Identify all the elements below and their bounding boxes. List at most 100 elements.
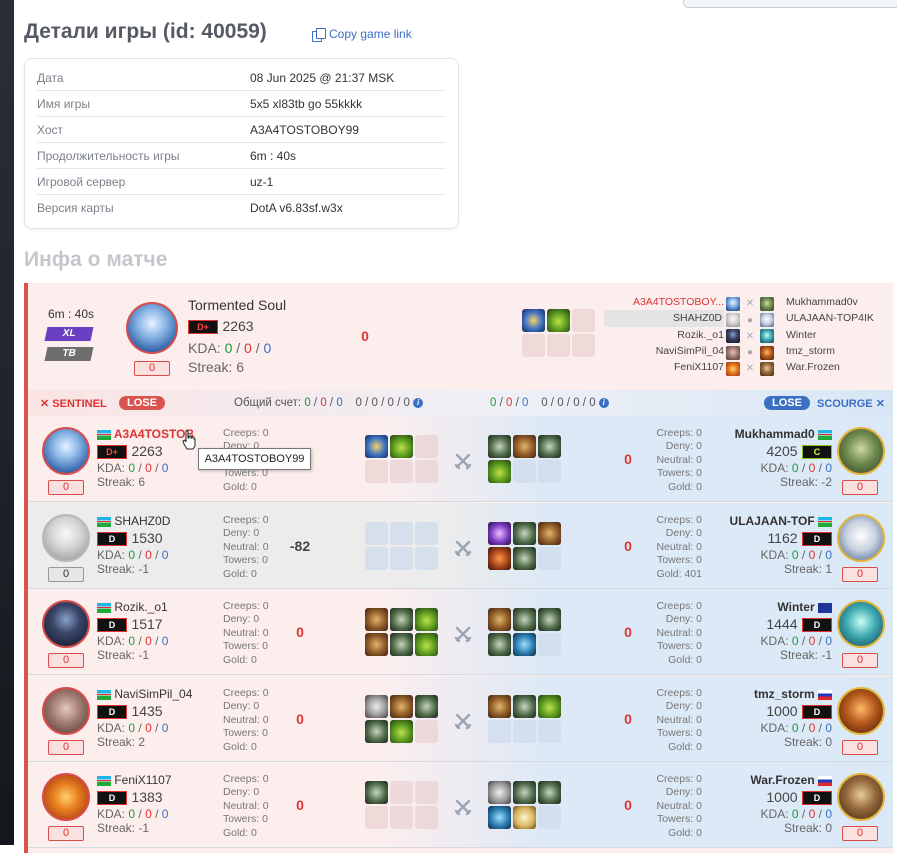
stat-value: 0 [696,727,702,740]
detail-row: Имя игры 5x5 xl83tb go 55kkkk [37,91,446,117]
match-summary: 6m : 40s XL TB 0 Tormented Soul D+ 2263 … [28,283,893,390]
player-link[interactable]: ULAJAAN-TOP4IK [786,310,896,326]
streak-value: 0 [825,735,832,749]
hero-avatar[interactable] [126,302,178,354]
player-link[interactable]: Winter [786,327,896,343]
sentinel-hero-avatar[interactable] [42,427,90,475]
top-input-edge[interactable] [683,0,897,8]
sentinel-items [365,522,438,570]
item-icon [365,435,388,458]
info-icon[interactable]: i [413,398,424,408]
scourge-items [488,695,561,743]
player-name-line[interactable]: A3A4TOSTOB [97,427,193,441]
score-box: 0 [842,826,878,841]
player-name-line[interactable]: FeniX1107 [97,773,193,787]
empty-slot [365,547,388,570]
flag-icon [818,689,832,700]
player-link[interactable]: War.Frozen [786,359,896,375]
player-name-line[interactable]: NaviSimPil_04 [97,687,193,701]
stat-label: Creeps: [656,427,694,439]
deaths: 0 [808,461,816,475]
stat-value: 0 [251,740,257,753]
sentinel-hero-avatar[interactable] [42,773,90,821]
stat-value: 0 [696,540,702,553]
scourge-hero-avatar[interactable] [837,427,885,475]
score-box: 0 [48,740,84,755]
copy-game-link[interactable]: Copy game link [312,27,412,42]
item-icon [522,309,545,332]
stat-value: 0 [262,713,269,726]
info-icon[interactable]: i [598,398,609,408]
rank-badge: D+ [188,319,218,334]
item-icon [538,695,561,718]
item-icon [538,435,561,458]
detail-value: 5x5 xl83tb go 55kkkk [250,96,363,111]
sentinel-player-info: SHAHZ0D D 1530 KDA: 0 / 0 / 0 Streak: -1 [97,514,193,576]
kda-label: KDA: [97,634,126,648]
stat-value: 0 [253,613,260,626]
kills: 0 [791,721,799,735]
sentinel-hero-avatar[interactable] [42,600,90,648]
player-row: 0 NaviSimPil_04 D 1435 KDA: 0 / 0 / 0 St… [28,676,893,762]
stat-label: Towers: [223,640,260,653]
sentinel-player-info: Rozik._o1 D 1517 KDA: 0 / 0 / 0 Streak: … [97,600,193,662]
player-link[interactable]: FeniX1107 [604,359,724,375]
empty-slot [415,435,438,458]
detail-label: Дата [37,70,64,85]
rank-rating: D+ 2263 [97,443,193,461]
player-link[interactable]: NaviSimPil_04 [604,343,724,359]
player-name-line[interactable]: Mukhammad0 [728,427,832,441]
stat-value: 0 [696,687,702,699]
stat-label: Towers: [223,554,260,567]
background-strip [0,0,14,845]
stat-value: 0 [262,600,269,612]
sentinel-assists: 0 [336,397,343,409]
empty-slot [538,547,561,570]
hero-mini-icon [759,361,774,376]
stat-label: Gold: [223,480,249,493]
streak: Streak: 0 [728,821,832,835]
scourge-hero-avatar[interactable] [837,600,885,648]
player-row: 0 A3A4TOSTOB D+ 2263 KDA: 0 / 0 / 0 Stre… [28,416,893,502]
player-name-line[interactable]: Winter [728,600,832,614]
copy-icon [312,27,326,42]
player-link[interactable]: Rozik._o1 [604,327,724,343]
scourge-hero-avatar[interactable] [837,514,885,562]
player-link[interactable]: tmz_storm [786,343,896,359]
item-icon [415,608,438,631]
assists: 0 [263,340,272,356]
empty-slot [513,460,536,483]
detail-label: Хост [37,122,64,137]
rank-badge: D [802,704,832,719]
versus-swords-icon [454,453,472,470]
stat-value: 0 [253,786,260,799]
sentinel-hero-avatar[interactable] [42,514,90,562]
player-name: Winter [777,600,815,614]
player-link[interactable]: A3A4TOSTOBOY... [604,294,724,310]
sentinel-stat: 0 [355,397,362,409]
scourge-hero-avatar[interactable] [837,773,885,821]
towers-stat: Towers: 0 [223,813,269,826]
item-icon [513,633,536,656]
copy-link-label: Copy game link [329,27,412,41]
scourge-items [488,435,561,483]
sentinel-diff: 0 [296,624,304,640]
player-name-line[interactable]: War.Frozen [728,773,832,787]
streak: Streak: -1 [728,648,832,662]
detail-label: Игровой сервер [37,174,126,189]
scourge-hero-avatar[interactable] [837,687,885,735]
player-name-line[interactable]: tmz_storm [728,687,832,701]
scourge-stat: 0 [589,397,596,409]
player-name-line[interactable]: SHAHZ0D [97,514,193,528]
player-name-line[interactable]: Rozik._o1 [97,600,193,614]
player-name-line[interactable]: ULAJAAN-TOF [728,514,832,528]
player-link[interactable]: SHAHZ0D [604,310,724,327]
sentinel-hero-avatar[interactable] [42,687,90,735]
gold-stat: Gold: 0 [223,654,269,667]
rank-badge: D [802,790,832,805]
stat-label: Creeps: [223,427,260,439]
towers-stat: Towers: 0 [632,554,702,567]
player-link[interactable]: Mukhammad0v [786,294,896,310]
kda: KDA: 0 / 0 / 0 [97,634,169,648]
stat-label: Deny: [223,613,251,626]
